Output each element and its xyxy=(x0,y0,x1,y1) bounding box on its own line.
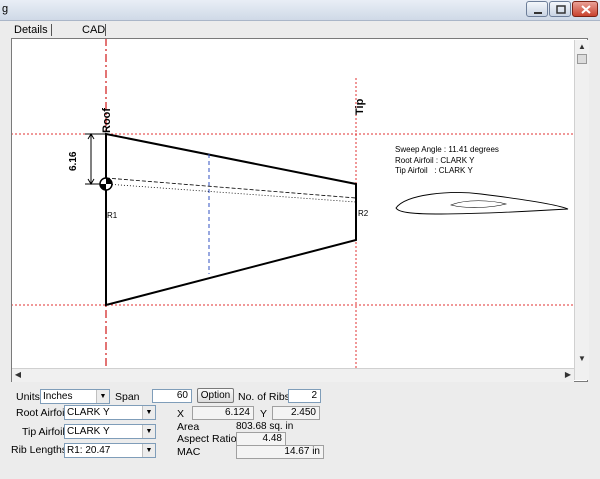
tab-cad[interactable]: CAD xyxy=(82,24,105,36)
units-select[interactable]: Inches ▼ xyxy=(40,389,110,404)
root-airfoil-select[interactable]: CLARK Y ▼ xyxy=(64,405,156,420)
area-label: Area xyxy=(177,421,200,433)
tab-details[interactable]: Details xyxy=(14,24,48,36)
tip-airfoil-label: Tip Airfoil xyxy=(22,426,65,438)
close-icon xyxy=(581,5,591,14)
maximize-icon xyxy=(556,5,566,14)
rib-lengths-label: Rib Lengths xyxy=(11,444,68,456)
x-label: X xyxy=(177,408,185,420)
title-bar: g xyxy=(0,0,600,21)
span-label: Span xyxy=(115,391,140,403)
span-input[interactable]: 60 xyxy=(152,389,192,403)
cg-marker-icon xyxy=(99,177,113,191)
scroll-right-icon[interactable]: ▶ xyxy=(563,370,573,380)
vertical-scrollbar[interactable]: ▲ ▼ xyxy=(574,40,589,380)
tab-separator xyxy=(51,24,52,36)
units-label: Units xyxy=(16,391,40,403)
airfoil-preview xyxy=(395,192,569,215)
root-airfoil-text: Root Airfoil : CLARK Y xyxy=(395,156,475,165)
x-value-field: 6.124 xyxy=(192,406,254,420)
quarter-chord-line xyxy=(105,177,357,199)
rib-lengths-select[interactable]: R1: 20.47 ▼ xyxy=(64,443,156,458)
tip-label: Tip xyxy=(354,98,366,115)
chevron-down-icon[interactable]: ▼ xyxy=(96,390,109,403)
root-airfoil-label: Root Airfoil xyxy=(16,407,67,419)
option-button[interactable]: Option xyxy=(197,388,234,403)
minimize-icon xyxy=(534,12,542,14)
sweep-angle-text: Sweep Angle : 11.41 degrees xyxy=(395,145,499,154)
vertical-scroll-thumb[interactable] xyxy=(577,54,587,64)
tip-airfoil-text: Tip Airfoil : CLARK Y xyxy=(395,166,473,175)
horizontal-scrollbar[interactable]: ◀ ▶ xyxy=(12,368,574,382)
root-airfoil-value: CLARK Y xyxy=(67,407,110,418)
rib-lengths-value: R1: 20.47 xyxy=(67,445,111,456)
ribs-label: No. of Ribs xyxy=(238,391,290,403)
scroll-down-icon[interactable]: ▼ xyxy=(577,354,587,364)
close-button[interactable] xyxy=(572,1,598,17)
units-value: Inches xyxy=(43,391,73,402)
aspect-ratio-label: Aspect Ratio xyxy=(177,433,237,445)
wing-outline xyxy=(105,132,357,307)
chevron-down-icon[interactable]: ▼ xyxy=(142,425,155,438)
tip-airfoil-value: CLARK Y xyxy=(67,426,110,437)
wing-drawing xyxy=(12,39,574,368)
y-label: Y xyxy=(260,408,268,420)
aspect-ratio-field: 4.48 xyxy=(236,432,286,446)
window-title: g xyxy=(2,3,9,15)
scroll-up-icon[interactable]: ▲ xyxy=(577,42,587,52)
scroll-left-icon[interactable]: ◀ xyxy=(13,370,23,380)
chord-dimension-label: 6.16 xyxy=(68,151,79,171)
ribs-input[interactable]: 2 xyxy=(288,389,321,403)
tip-airfoil-select[interactable]: CLARK Y ▼ xyxy=(64,424,156,439)
area-value: 803.68 sq. in xyxy=(236,421,294,432)
mac-label: MAC xyxy=(177,446,201,458)
mac-field: 14.67 in xyxy=(236,445,324,459)
root-label: Roof xyxy=(101,107,113,133)
rib-label-tip: R2 xyxy=(358,209,369,218)
y-value-field: 2.450 xyxy=(272,406,320,420)
maximize-button[interactable] xyxy=(549,1,571,17)
chevron-down-icon[interactable]: ▼ xyxy=(142,406,155,419)
centroid-line xyxy=(105,183,357,203)
minimize-button[interactable] xyxy=(526,1,548,17)
drawing-canvas[interactable]: Roof Tip 6.16 R1 R2 Sweep Angle : 11.41 … xyxy=(11,38,588,382)
rib-label-root: R1 xyxy=(107,211,118,220)
chevron-down-icon[interactable]: ▼ xyxy=(142,444,155,457)
tab-separator xyxy=(105,24,106,36)
